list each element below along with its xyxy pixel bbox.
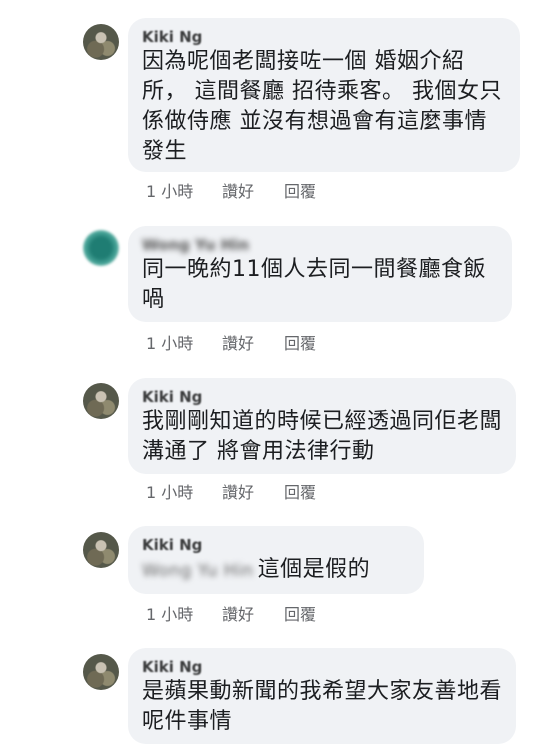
comment-text: 因為呢個老闆接咗一個 婚姻介紹所， 這間餐廳 招待乘客。 我個女只係做侍應 並沒… <box>142 49 502 164</box>
comment-text: Wong Yu Hin 這個是假的 <box>142 555 410 586</box>
comment-bubble: Wong Yu Hin 同一晚約11個人去同一間餐廳食飯喎 <box>128 226 512 322</box>
comment-actions: 1 小時 讚好 回覆 <box>146 178 316 202</box>
comment-actions: 1 小時 讚好 回覆 <box>146 479 316 503</box>
like-button[interactable]: 讚好 <box>222 479 284 503</box>
comment-actions: 1 小時 讚好 回覆 <box>146 601 316 625</box>
like-button[interactable]: 讚好 <box>222 178 284 202</box>
reply-button[interactable]: 回覆 <box>284 178 316 202</box>
commenter-name[interactable]: Wong Yu Hin <box>142 235 498 255</box>
timestamp[interactable]: 1 小時 <box>146 178 222 202</box>
comment-text-body: 這個是假的 <box>257 557 371 582</box>
commenter-name[interactable]: Kiki Ng <box>142 535 410 555</box>
comment-text: 是蘋果動新聞的我希望大家友善地看呢件事情 <box>142 679 503 734</box>
commenter-name[interactable]: Kiki Ng <box>142 387 502 407</box>
comment-bubble: Kiki Ng 因為呢個老闆接咗一個 婚姻介紹所， 這間餐廳 招待乘客。 我個女… <box>128 18 520 172</box>
avatar[interactable] <box>83 383 119 419</box>
reply-button[interactable]: 回覆 <box>284 479 316 503</box>
comment-text: 我剛剛知道的時候已經透過同佢老闆溝通了 將會用法律行動 <box>142 409 503 464</box>
mention-tag[interactable]: Wong Yu Hin <box>142 556 254 586</box>
avatar[interactable] <box>83 230 119 266</box>
comment-bubble: Kiki Ng Wong Yu Hin 這個是假的 <box>128 526 424 594</box>
reply-button[interactable]: 回覆 <box>284 601 316 625</box>
avatar[interactable] <box>83 24 119 60</box>
timestamp[interactable]: 1 小時 <box>146 601 222 625</box>
reply-button[interactable]: 回覆 <box>284 330 316 354</box>
timestamp[interactable]: 1 小時 <box>146 479 222 503</box>
avatar[interactable] <box>83 654 119 690</box>
commenter-name[interactable]: Kiki Ng <box>142 27 506 47</box>
commenter-name[interactable]: Kiki Ng <box>142 657 502 677</box>
avatar[interactable] <box>83 532 119 568</box>
comment-actions: 1 小時 讚好 回覆 <box>146 330 316 354</box>
like-button[interactable]: 讚好 <box>222 330 284 354</box>
timestamp[interactable]: 1 小時 <box>146 330 222 354</box>
comment-text: 同一晚約11個人去同一間餐廳食飯喎 <box>142 257 486 312</box>
comment-bubble: Kiki Ng 是蘋果動新聞的我希望大家友善地看呢件事情 <box>128 648 516 744</box>
like-button[interactable]: 讚好 <box>222 601 284 625</box>
comment-bubble: Kiki Ng 我剛剛知道的時候已經透過同佢老闆溝通了 將會用法律行動 <box>128 378 516 474</box>
